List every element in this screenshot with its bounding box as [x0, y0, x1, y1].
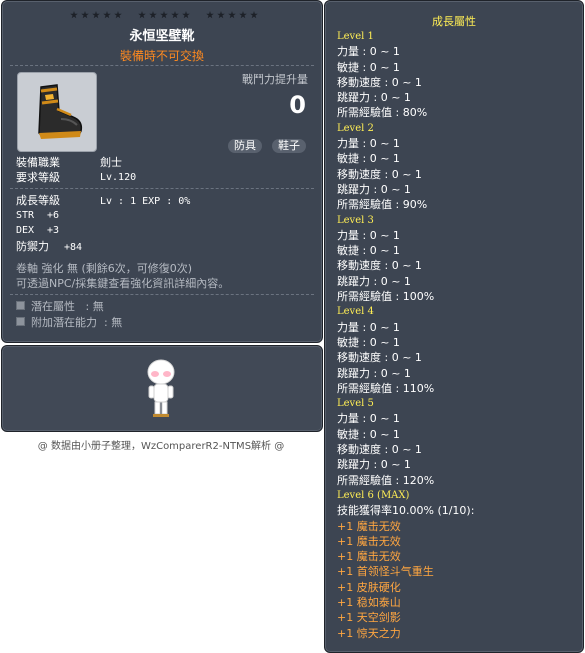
- growth-title: 成長屬性: [432, 15, 476, 28]
- category-tag-shoes: 鞋子: [272, 139, 306, 153]
- growth-stat-line: 敏捷 : 0 ~ 1: [337, 427, 400, 441]
- additional-potential-row: 附加潛在能力 : 無: [16, 316, 122, 330]
- growth-stat-line: 移動速度 : 0 ~ 1: [337, 259, 422, 273]
- potential-icon: [16, 301, 25, 310]
- growth-stat-line: 移動速度 : 0 ~ 1: [337, 75, 422, 89]
- growth-exp-line: 所需經驗值 : 80%: [337, 106, 428, 120]
- skill-rate-line: 技能獲得率10.00% (1/10):: [337, 504, 475, 518]
- growth-exp-line: 所需經驗值 : 100%: [337, 290, 435, 304]
- growth-stat-line: 移動速度 : 0 ~ 1: [337, 443, 422, 457]
- growth-level-label: Level 2: [337, 122, 374, 134]
- item-tooltip-panel: 永恒坚壁靴 裝備時不可交換 戰鬥力提升量 0 防具 鞋子 裝備職業 劍士 要求等…: [1, 0, 323, 343]
- growth-stat-line: 敏捷 : 0 ~ 1: [337, 152, 400, 166]
- growth-stat-line: 跳躍力 : 0 ~ 1: [337, 91, 411, 105]
- growth-stat-line: 力量 : 0 ~ 1: [337, 228, 400, 242]
- potential-label: 潛在屬性: [31, 300, 75, 313]
- star-force-stars: [70, 11, 258, 19]
- growth-stat-line: 移動速度 : 0 ~ 1: [337, 167, 422, 181]
- skill-line: +1 天空剑影: [337, 611, 401, 625]
- potential-row: 潛在屬性 : 無: [16, 300, 104, 314]
- stat-str-name: STR: [16, 210, 35, 221]
- growth-level-label: Level 3: [337, 214, 374, 226]
- growth-stat-line: 力量 : 0 ~ 1: [337, 137, 400, 151]
- growth-level-label: 成長等級: [16, 194, 60, 207]
- growth-stat-line: 敏捷 : 0 ~ 1: [337, 60, 400, 74]
- growth-levels-list: Level 1 力量 : 0 ~ 1 敏捷 : 0 ~ 1 移動速度 : 0 ~…: [337, 29, 474, 641]
- divider: [10, 65, 314, 66]
- growth-max-level-label: Level 6 (MAX): [337, 489, 410, 501]
- skill-line: +1 皮肤硬化: [337, 580, 401, 594]
- additional-potential-icon: [16, 317, 25, 326]
- stat-str-value: +6: [47, 210, 60, 221]
- growth-exp-line: 所需經驗值 : 110%: [337, 381, 435, 395]
- growth-exp-line: 所需經驗值 : 120%: [337, 473, 435, 487]
- required-level-value: Lv.120: [100, 172, 137, 183]
- skill-line: +1 魔击无效: [337, 550, 401, 564]
- character-avatar: [147, 359, 175, 417]
- growth-stat-line: 敏捷 : 0 ~ 1: [337, 335, 400, 349]
- category-tag-armor: 防具: [228, 139, 262, 153]
- skill-line: +1 惊天之力: [337, 626, 401, 640]
- item-name: 永恒坚壁靴: [129, 29, 195, 44]
- job-value: 劍士: [100, 156, 122, 169]
- trade-restriction: 裝備時不可交換: [119, 49, 204, 63]
- growth-level-value: Lv : 1 EXP : 0%: [100, 196, 191, 207]
- divider: [10, 188, 314, 189]
- stat-defense-name: 防禦力: [16, 240, 49, 253]
- growth-stat-line: 力量 : 0 ~ 1: [337, 320, 400, 334]
- potential-value: : 無: [85, 300, 104, 313]
- growth-stat-line: 敏捷 : 0 ~ 1: [337, 244, 400, 258]
- growth-stat-line: 跳躍力 : 0 ~ 1: [337, 458, 411, 472]
- growth-level-label: Level 1: [337, 31, 374, 42]
- growth-stat-line: 跳躍力 : 0 ~ 1: [337, 366, 411, 380]
- stat-dex-value: +3: [47, 225, 60, 236]
- additional-potential-label: 附加潛在能力: [31, 316, 97, 329]
- combat-power-label: 戰鬥力提升量: [242, 73, 308, 86]
- upgrade-info: 卷軸 強化 無 (剩餘6次，可修復0次): [16, 262, 193, 275]
- growth-exp-line: 所需經驗值 : 90%: [337, 198, 428, 212]
- growth-stat-line: 移動速度 : 0 ~ 1: [337, 351, 422, 365]
- growth-stat-line: 跳躍力 : 0 ~ 1: [337, 274, 411, 288]
- character-preview-panel: [1, 345, 323, 432]
- stat-defense-value: +84: [64, 242, 83, 253]
- additional-potential-value: : 無: [104, 316, 123, 329]
- job-label: 裝備職業: [16, 156, 60, 169]
- skill-line: +1 魔击无效: [337, 534, 401, 548]
- item-icon-frame: [17, 72, 97, 152]
- required-level-label: 要求等級: [16, 171, 60, 184]
- growth-stat-line: 力量 : 0 ~ 1: [337, 45, 400, 59]
- skill-line: +1 稳如泰山: [337, 595, 401, 609]
- growth-stat-line: 跳躍力 : 0 ~ 1: [337, 182, 411, 196]
- combat-power-value: 0: [289, 91, 306, 119]
- skill-line: +1 魔击无效: [337, 519, 401, 533]
- growth-stat-line: 力量 : 0 ~ 1: [337, 412, 400, 426]
- npc-hint: 可透過NPC/採集鍵查看強化資訊詳細內容。: [16, 277, 230, 290]
- footer-credit: @ 数据由小册子整理，WzComparerR2-NTMS解析 @: [37, 441, 285, 452]
- growth-level-label: Level 5: [337, 398, 374, 410]
- divider: [10, 294, 314, 295]
- growth-attributes-panel: 成長屬性 Level 1 力量 : 0 ~ 1 敏捷 : 0 ~ 1 移動速度 …: [324, 0, 584, 653]
- boots-icon: [38, 84, 83, 139]
- growth-level-label: Level 4: [337, 306, 374, 318]
- stat-dex-name: DEX: [16, 225, 35, 236]
- skill-line: +1 首领怪斗气重生: [337, 565, 434, 579]
